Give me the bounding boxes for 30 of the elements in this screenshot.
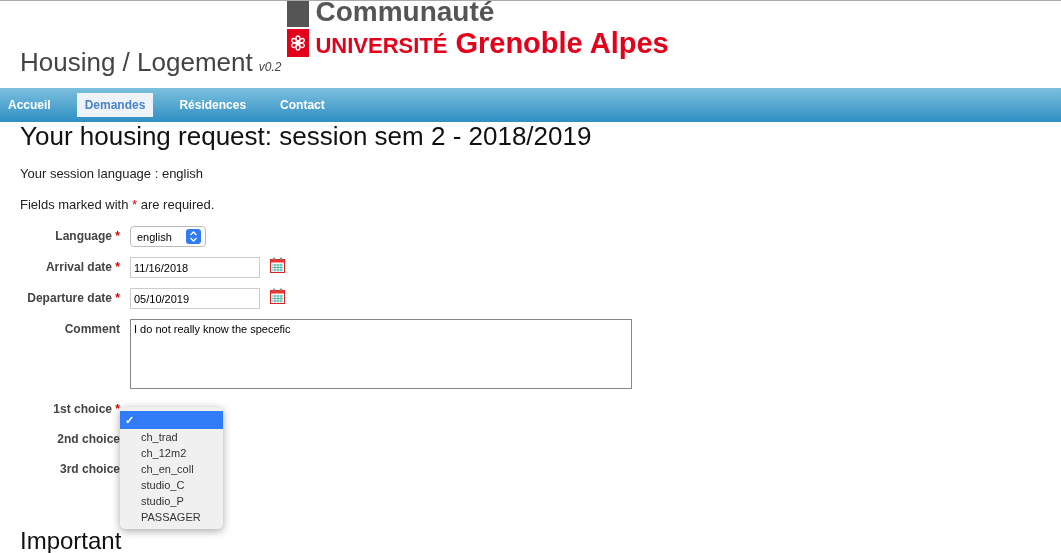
logo-text: Communauté xyxy=(315,1,496,26)
field-label: 2nd choice xyxy=(56,431,120,446)
date-field[interactable]: 05/10/2019 xyxy=(130,288,260,309)
field-label: Departure date * xyxy=(26,290,120,305)
nav-tab[interactable]: Demandes xyxy=(76,93,154,117)
page-heading: Your housing request: session sem 2 - 2018/2019 xyxy=(20,122,593,150)
field-label: Language * xyxy=(54,228,120,243)
calendar-icon[interactable] xyxy=(270,257,285,273)
required-note: Fields marked with * are required. xyxy=(20,197,216,212)
session-language-text: Your session language : english xyxy=(20,166,205,181)
calendar-icon[interactable] xyxy=(270,288,285,304)
menu-option[interactable]: ch_12m2 xyxy=(120,445,223,461)
menu-option[interactable]: studio_P xyxy=(120,493,223,509)
menu-option[interactable]: PASSAGER xyxy=(120,509,223,525)
up-down-arrows-icon xyxy=(185,229,201,244)
field-label: 1st choice * xyxy=(52,401,120,416)
date-field[interactable]: 11/16/2018 xyxy=(130,257,260,278)
comment-field[interactable]: I do not really know the specefic xyxy=(130,319,632,389)
logo-text: UNIVERSITÉ xyxy=(315,35,448,57)
logo-text: Grenoble Alpes xyxy=(455,29,669,58)
menu-option[interactable]: ✓ xyxy=(120,411,223,429)
app-title: Housing / Logement xyxy=(20,47,253,78)
field-label: 3rd choice xyxy=(58,461,120,476)
field-label: Arrival date * xyxy=(44,259,120,274)
version-label: v0.2 xyxy=(258,60,282,74)
menu-option[interactable]: ch_trad xyxy=(120,429,223,445)
menu-option[interactable]: ch_en_coll xyxy=(120,461,223,477)
menu-option[interactable]: studio_C xyxy=(120,477,223,493)
language-select[interactable]: english xyxy=(130,226,206,247)
field-label: Comment xyxy=(63,321,120,336)
